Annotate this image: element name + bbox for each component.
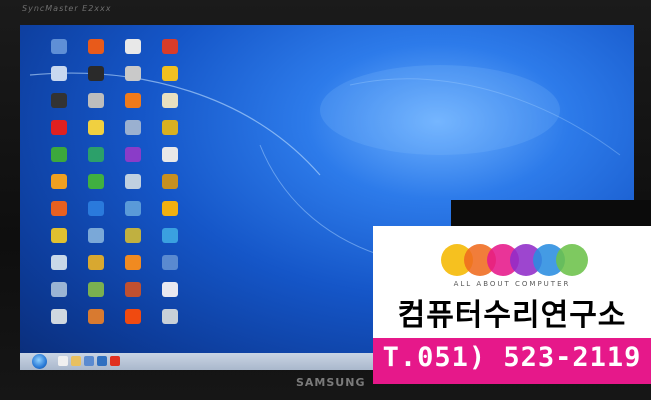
app-icon — [125, 228, 141, 243]
desktop-icon[interactable] — [149, 201, 193, 225]
app-icon — [162, 147, 178, 162]
desktop-icon[interactable] — [149, 174, 193, 198]
desktop-icon[interactable] — [149, 228, 193, 252]
desktop-icon[interactable] — [149, 282, 193, 306]
app-icon — [125, 39, 141, 54]
ad-logo-circle — [556, 244, 588, 276]
app-icon — [51, 147, 67, 162]
app-icon — [88, 93, 104, 108]
app-icon — [88, 66, 104, 81]
app-icon — [125, 174, 141, 189]
desktop-icon[interactable] — [149, 147, 193, 171]
app-icon — [88, 120, 104, 135]
app-icon — [88, 39, 104, 54]
app-icon — [88, 255, 104, 270]
desktop-icon[interactable] — [149, 66, 193, 90]
app-icon — [88, 201, 104, 216]
desktop-icon[interactable] — [149, 309, 193, 333]
ad-phone-number: T.051) 523-2119 — [382, 342, 642, 373]
app-icon — [162, 39, 178, 54]
app-icon — [125, 93, 141, 108]
taskbar-app-icon[interactable] — [84, 356, 94, 366]
app-icon — [162, 309, 178, 324]
taskbar-app-icon[interactable] — [97, 356, 107, 366]
app-icon — [162, 282, 178, 297]
monitor-brand-logo: SAMSUNG — [296, 376, 366, 389]
start-button[interactable] — [32, 354, 47, 369]
app-icon — [51, 39, 67, 54]
ad-logo-circles — [441, 244, 588, 276]
app-icon — [88, 282, 104, 297]
app-icon — [162, 120, 178, 135]
app-icon — [88, 174, 104, 189]
app-icon — [125, 309, 141, 324]
app-icon — [51, 309, 67, 324]
taskbar-app-icon[interactable] — [58, 356, 68, 366]
app-icon — [125, 120, 141, 135]
monitor-model-label: SyncMaster E2xxx — [22, 4, 112, 13]
app-icon — [162, 174, 178, 189]
app-icon — [88, 309, 104, 324]
app-icon — [125, 255, 141, 270]
app-icon — [125, 282, 141, 297]
app-icon — [162, 66, 178, 81]
app-icon — [51, 93, 67, 108]
ad-headline: 컴퓨터수리연구소 — [397, 298, 627, 333]
app-icon — [125, 147, 141, 162]
desktop-icon[interactable] — [149, 39, 193, 63]
app-icon — [125, 66, 141, 81]
photo: SyncMaster E2xxx SAMSUNG ALL ABOUT COMPU… — [0, 0, 651, 400]
app-icon — [51, 201, 67, 216]
ad-tagline: ALL ABOUT COMPUTER — [453, 280, 571, 288]
taskbar-app-icon[interactable] — [71, 356, 81, 366]
app-icon — [51, 66, 67, 81]
app-icon — [162, 201, 178, 216]
desktop-icon[interactable] — [149, 255, 193, 279]
app-icon — [51, 228, 67, 243]
desktop-icon[interactable] — [149, 93, 193, 117]
desktop-icon[interactable] — [149, 120, 193, 144]
app-icon — [51, 120, 67, 135]
app-icon — [88, 147, 104, 162]
app-icon — [51, 255, 67, 270]
app-icon — [162, 93, 178, 108]
app-icon — [51, 174, 67, 189]
advertisement-overlay: ALL ABOUT COMPUTER 컴퓨터수리연구소 T.051) 523-2… — [373, 226, 651, 384]
app-icon — [162, 228, 178, 243]
app-icon — [125, 201, 141, 216]
ad-backing — [451, 200, 651, 226]
app-icon — [162, 255, 178, 270]
taskbar-app-icon[interactable] — [110, 356, 120, 366]
app-icon — [51, 282, 67, 297]
app-icon — [88, 228, 104, 243]
